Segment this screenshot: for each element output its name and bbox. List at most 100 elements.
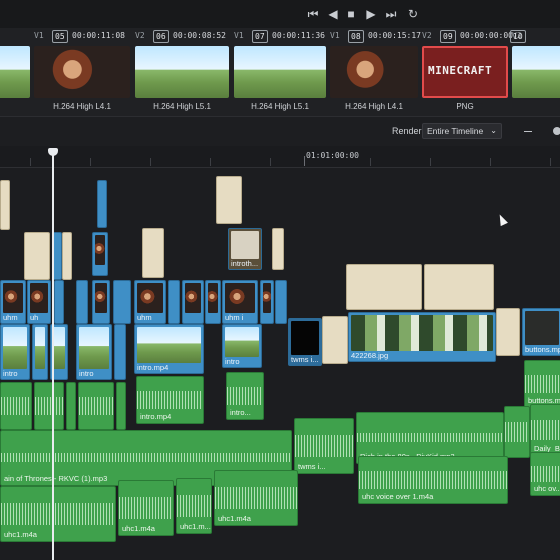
transport-bar: ⏮ ◀ ■ ▶ ⏭ ↻: [0, 0, 560, 28]
still-clip[interactable]: [62, 232, 72, 280]
video-clip[interactable]: intro: [0, 324, 30, 380]
video-clip[interactable]: uh: [27, 280, 51, 324]
audio-clip[interactable]: intro.mp4: [136, 376, 204, 424]
zoom-out-icon[interactable]: [524, 131, 532, 132]
clip-label: uhc1.m4a: [4, 530, 37, 539]
clip-label: uhc ov...: [534, 484, 560, 493]
video-clip[interactable]: [275, 280, 287, 324]
clip-thumbnail-image: MINECRAFT: [422, 46, 508, 98]
video-clip[interactable]: intro: [76, 324, 112, 380]
timeline-ruler[interactable]: 01:01:00:00: [0, 146, 560, 168]
video-clip[interactable]: uhm: [134, 280, 166, 324]
audio-clip[interactable]: twms i...: [294, 418, 354, 474]
video-clip[interactable]: [92, 232, 108, 276]
clip-thumbnail[interactable]: V1 05 00:00:11:08 H.264 High L4.1: [32, 28, 132, 116]
audio-clip[interactable]: uhc1.m4a: [0, 486, 116, 542]
still-clip[interactable]: [346, 264, 422, 310]
stop-icon[interactable]: ■: [342, 6, 360, 22]
clip-thumbnail[interactable]: V2 06 00:00:08:52 H.264 High L5.1: [133, 28, 231, 116]
video-clip[interactable]: uhm i: [222, 280, 258, 324]
still-clip[interactable]: [142, 228, 164, 278]
video-clip[interactable]: [54, 280, 64, 324]
audio-clip[interactable]: uhc1.m4a: [214, 470, 298, 526]
still-clip[interactable]: [24, 232, 50, 280]
audio-clip[interactable]: [504, 406, 530, 458]
clip-label: intro.mp4: [137, 363, 169, 372]
video-clip[interactable]: [205, 280, 221, 324]
playhead[interactable]: [52, 150, 54, 560]
ruler-timecode: 01:01:00:00: [306, 151, 359, 160]
audio-clip[interactable]: [34, 382, 64, 430]
clip-thumbnail-image: [30, 283, 48, 313]
audio-clip[interactable]: uhc voice over 1.m4a: [358, 456, 508, 504]
video-clip[interactable]: [32, 324, 48, 380]
clip-thumbnail-image: [234, 46, 326, 98]
audio-clip[interactable]: uhc1.m...: [176, 478, 212, 534]
video-clip[interactable]: [114, 324, 126, 380]
audio-clip[interactable]: [66, 382, 76, 430]
clip-thumbnail-image: [512, 46, 560, 98]
clip-thumbnail[interactable]: V2 10: [510, 28, 560, 116]
timeline-tracks[interactable]: introth... uhm uh uhm uhm i intro intro …: [0, 168, 560, 560]
clip-thumbnail[interactable]: V1 08 00:00:15:17 H.264 High L4.1: [328, 28, 421, 116]
video-clip[interactable]: [168, 280, 180, 324]
audio-clip[interactable]: Daily_Be...: [530, 404, 560, 456]
video-clip[interactable]: [76, 280, 88, 324]
waveform: [357, 433, 503, 442]
audio-clip[interactable]: uhc ov...: [530, 452, 560, 496]
video-clip[interactable]: 422268.jpg: [348, 312, 496, 362]
clip-number: 08: [348, 30, 364, 43]
video-clip[interactable]: [97, 180, 107, 228]
still-clip[interactable]: [322, 316, 348, 364]
waveform: [531, 420, 560, 440]
clip-label: intro.mp4: [140, 412, 172, 421]
clip-number: 09: [440, 30, 456, 43]
clip-label: uhc1.m4a: [122, 524, 155, 533]
clip-label: intro: [3, 369, 18, 378]
clip-thumbnail-image: [208, 283, 218, 313]
audio-clip[interactable]: uhc1.m4a: [118, 480, 174, 536]
still-clip[interactable]: [424, 264, 494, 310]
clip-header: V1 05 00:00:11:08: [32, 30, 132, 44]
still-clip[interactable]: [272, 228, 284, 270]
audio-clip[interactable]: [116, 382, 126, 430]
clip-thumbnail[interactable]: [0, 28, 32, 116]
still-clip[interactable]: [496, 308, 520, 356]
still-clip[interactable]: [216, 176, 242, 224]
track-label: V2: [135, 31, 145, 40]
clip-label: intro...: [230, 408, 251, 417]
video-clip[interactable]: [113, 280, 131, 324]
video-clip[interactable]: twms i...: [288, 318, 322, 366]
video-clip[interactable]: intro.mp4: [134, 324, 204, 374]
skip-back-icon[interactable]: ⏮: [304, 6, 322, 22]
loop-icon[interactable]: ↻: [404, 6, 422, 22]
still-clip[interactable]: [0, 180, 10, 230]
clip-label: uhc1.m4a: [218, 514, 251, 523]
video-clip[interactable]: introth...: [228, 228, 262, 270]
clip-thumbnail[interactable]: V1 07 00:00:11:36 H.264 High L5.1: [232, 28, 328, 116]
video-clip[interactable]: [182, 280, 204, 324]
audio-clip[interactable]: buttons.mp...: [524, 360, 560, 408]
audio-clip[interactable]: intro...: [226, 372, 264, 420]
ruler-tick: [210, 158, 211, 166]
clip-thumbnail-image: [231, 231, 259, 259]
audio-clip[interactable]: [0, 382, 32, 430]
track-label: V1: [234, 31, 244, 40]
skip-forward-icon[interactable]: ⏭: [382, 6, 400, 22]
video-clip[interactable]: [260, 280, 274, 324]
ruler-tick: [490, 158, 491, 166]
video-clip[interactable]: buttons.mp4: [522, 308, 560, 356]
play-reverse-icon[interactable]: ◀: [324, 6, 342, 22]
clip-thumbnail-selected[interactable]: V2 09 00:00:00:00 MINECRAFT PNG: [420, 28, 513, 116]
render-range-select[interactable]: Entire Timeline ⌄: [422, 123, 502, 139]
clip-number: 06: [153, 30, 169, 43]
video-clip[interactable]: [92, 280, 110, 324]
ruler-tick: [550, 158, 551, 166]
video-clip[interactable]: intro: [222, 324, 262, 368]
clip-label: uh: [30, 313, 39, 322]
zoom-slider-knob[interactable]: [553, 127, 560, 135]
render-label: Render: [392, 126, 422, 136]
video-clip[interactable]: uhm: [0, 280, 26, 324]
play-icon[interactable]: ▶: [362, 6, 380, 22]
audio-clip[interactable]: [78, 382, 114, 430]
